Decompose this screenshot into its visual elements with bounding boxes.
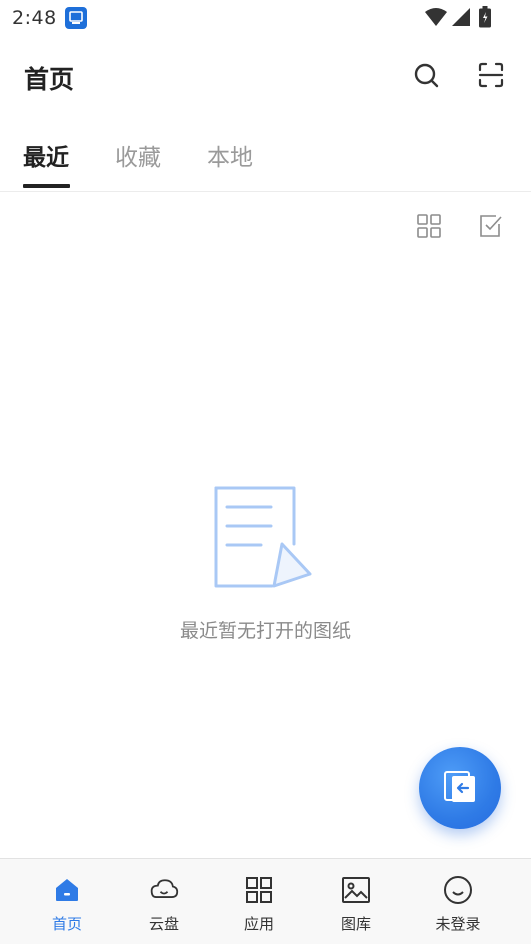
empty-state-message: 最近暂无打开的图纸	[179, 620, 351, 642]
tab-favorites[interactable]: 收藏	[115, 138, 161, 172]
scan-icon	[477, 61, 505, 93]
nav-label-home: 首页	[51, 915, 82, 933]
nav-label-cloud: 云盘	[148, 915, 179, 933]
grid-view-button[interactable]	[415, 214, 443, 242]
select-checkbox-icon	[479, 214, 503, 242]
import-file-icon	[440, 766, 480, 810]
page-title: 首页	[24, 65, 75, 94]
import-file-button[interactable]	[419, 747, 501, 829]
nav-item-apps[interactable]: 应用	[214, 859, 304, 944]
status-icons	[425, 6, 491, 32]
status-time: 2:48	[12, 7, 57, 29]
gallery-icon	[341, 875, 371, 905]
tab-recent[interactable]: 最近	[23, 138, 69, 172]
bottom-nav: 首页 云盘 应用 图库 未登录	[0, 858, 531, 944]
apps-grid-icon	[244, 875, 274, 905]
tab-local[interactable]: 本地	[207, 138, 253, 172]
search-button[interactable]	[411, 62, 441, 92]
nav-item-home[interactable]: 首页	[22, 859, 112, 944]
tab-bar: 最近 收藏 本地	[0, 128, 531, 192]
status-bar: 2:48	[0, 0, 531, 36]
document-cursor-icon	[210, 484, 320, 594]
search-icon	[412, 61, 440, 93]
app-bar: 首页	[0, 50, 531, 106]
notification-app-icon	[64, 7, 87, 29]
tab-indicator	[23, 184, 70, 188]
nav-label-login: 未登录	[435, 915, 481, 933]
battery-icon	[479, 6, 491, 32]
nav-label-gallery: 图库	[340, 915, 371, 933]
nav-item-cloud[interactable]: 云盘	[119, 859, 209, 944]
nav-item-gallery[interactable]: 图库	[311, 859, 401, 944]
screen: 2:48 首页 最近 收藏 本地 最近暂无打开的图纸 首页 云盘 应用 图库 未…	[0, 0, 531, 944]
smiley-face-icon	[443, 875, 473, 905]
nav-item-login[interactable]: 未登录	[413, 859, 503, 944]
wifi-icon	[425, 7, 447, 31]
nav-label-apps: 应用	[243, 915, 274, 933]
scan-button[interactable]	[476, 62, 506, 92]
cloud-icon	[149, 875, 179, 905]
signal-icon	[451, 7, 471, 31]
grid-view-icon	[417, 214, 441, 242]
select-button[interactable]	[477, 214, 505, 242]
home-icon	[52, 875, 82, 905]
